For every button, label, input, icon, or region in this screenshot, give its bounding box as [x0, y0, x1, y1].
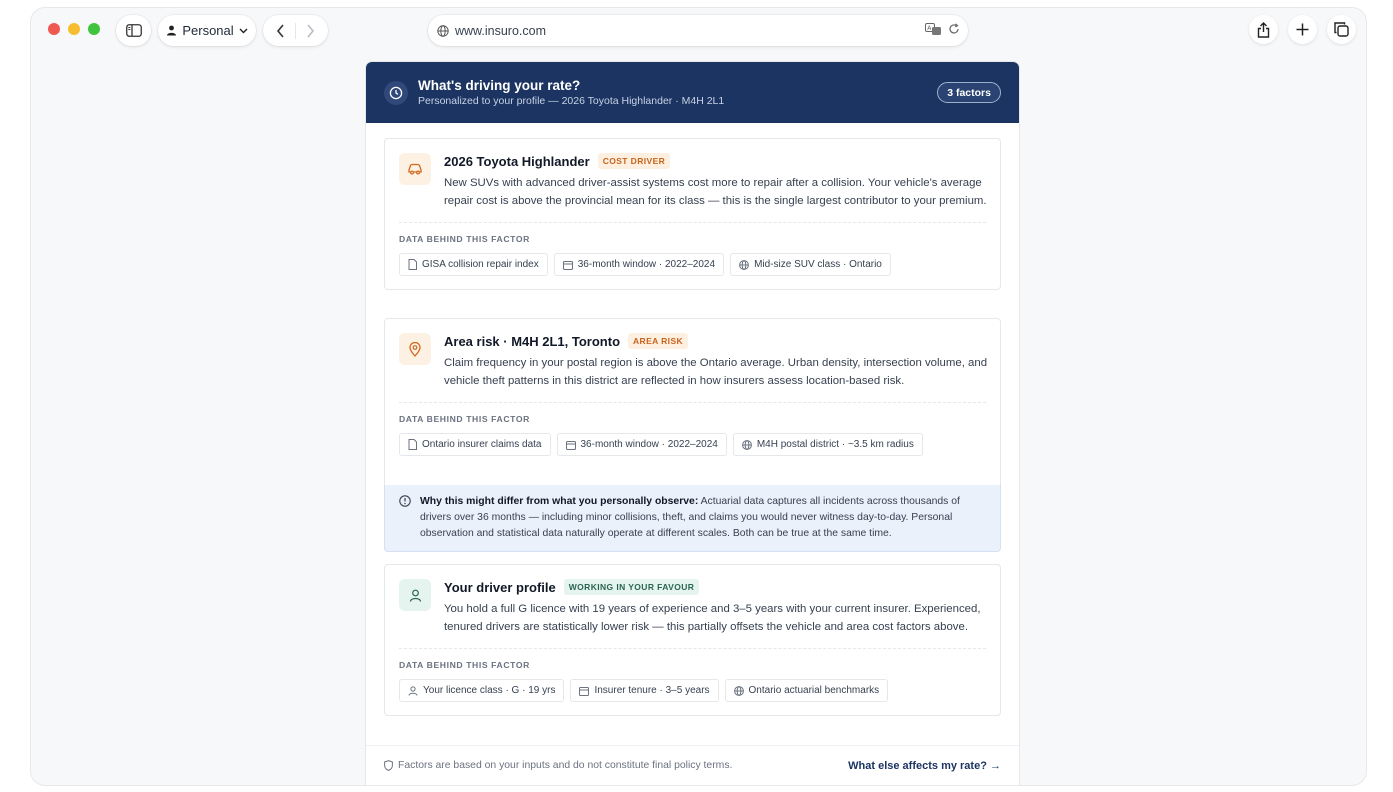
- data-source-chip[interactable]: Mid-size SUV class · Ontario: [730, 253, 891, 276]
- panel-subtitle: Personalized to your profile — 2026 Toyo…: [418, 95, 725, 107]
- factors-count-badge: 3 factors: [937, 82, 1001, 103]
- browser-toolbar: Personal www.insuro.com A: [31, 8, 1366, 52]
- address-bar[interactable]: www.insuro.com A: [428, 15, 968, 46]
- window-controls: [48, 23, 100, 35]
- data-sources: Your licence class · G · 19 yrs Insurer …: [399, 679, 986, 715]
- factor-card-area: Area risk · M4H 2L1, Toronto AREA RISK C…: [384, 318, 1001, 486]
- info-icon: [399, 495, 411, 507]
- globe-icon: [437, 24, 449, 37]
- nav-separator: [295, 22, 296, 39]
- tabs-icon: [1334, 22, 1349, 37]
- rate-factors-panel: What's driving your rate? Personalized t…: [366, 62, 1019, 785]
- cost-driver-tag: COST DRIVER: [597, 153, 671, 169]
- data-source-chip[interactable]: 36-month window · 2022–2024: [556, 433, 727, 456]
- data-sources: GISA collision repair index 36-month win…: [399, 253, 986, 289]
- data-source-chip[interactable]: Ontario insurer claims data: [399, 433, 551, 456]
- document-icon: [408, 439, 417, 450]
- data-source-chip[interactable]: GISA collision repair index: [399, 253, 548, 276]
- tab-overview-button[interactable]: [1327, 15, 1356, 44]
- plus-icon: [1296, 23, 1309, 36]
- calendar-icon: [579, 686, 590, 696]
- minimize-window-button[interactable]: [68, 23, 80, 35]
- clock-icon: [384, 80, 408, 105]
- card-divider: [399, 222, 986, 223]
- data-source-chip[interactable]: Insurer tenure · 3–5 years: [570, 679, 719, 702]
- factor-card-vehicle: 2026 Toyota Highlander COST DRIVER New S…: [384, 138, 1001, 290]
- area-risk-tag: AREA RISK: [628, 333, 689, 349]
- footer-disclaimer: Factors are based on your inputs and do …: [398, 760, 733, 771]
- data-source-chip[interactable]: M4H postal district · ~3.5 km radius: [732, 433, 923, 456]
- factor-title: Area risk · M4H 2L1, Toronto: [444, 333, 621, 349]
- panel-title: What's driving your rate?: [418, 78, 581, 93]
- close-window-button[interactable]: [48, 23, 60, 35]
- back-icon[interactable]: [276, 23, 285, 38]
- profile-menu-button[interactable]: Personal: [158, 15, 256, 46]
- factor-description: You hold a full G licence with 19 years …: [444, 603, 981, 633]
- profile-label: Personal: [182, 23, 234, 38]
- globe-icon: [741, 439, 752, 450]
- user-icon: [408, 685, 418, 696]
- share-button[interactable]: [1249, 15, 1278, 44]
- browser-tools: [1249, 15, 1356, 44]
- data-source-chip[interactable]: Ontario actuarial benchmarks: [724, 679, 889, 702]
- svg-text:A: A: [927, 25, 932, 32]
- person-icon: [167, 25, 177, 36]
- calendar-icon: [562, 260, 573, 270]
- panel-footer: Factors are based on your inputs and do …: [366, 745, 1019, 785]
- what-else-affects-link[interactable]: What else affects my rate? →: [848, 760, 1001, 772]
- address-actions: A: [925, 23, 960, 36]
- factor-description: Claim frequency in your postal region is…: [444, 357, 988, 387]
- navigation-buttons: [263, 15, 328, 46]
- data-behind-label: DATA BEHIND THIS FACTOR: [399, 414, 530, 424]
- url-text: www.insuro.com: [455, 23, 546, 38]
- data-source-chip[interactable]: 36-month window · 2022–2024: [553, 253, 725, 276]
- data-sources: Ontario insurer claims data 36-month win…: [399, 433, 986, 469]
- panel-header: What's driving your rate? Personalized t…: [366, 62, 1019, 123]
- globe-icon: [733, 685, 744, 696]
- calendar-icon: [565, 440, 576, 450]
- data-source-chip[interactable]: Your licence class · G · 19 yrs: [399, 679, 565, 702]
- factor-card-driver: Your driver profile WORKING IN YOUR FAVO…: [384, 564, 1001, 716]
- new-tab-button[interactable]: [1288, 15, 1317, 44]
- browser-window: Personal www.insuro.com A What's driving…: [31, 8, 1366, 785]
- zoom-window-button[interactable]: [88, 23, 100, 35]
- reload-icon[interactable]: [948, 23, 960, 35]
- sidebar-toggle-button[interactable]: [116, 15, 151, 46]
- map-pin-icon: [399, 333, 431, 365]
- forward-icon[interactable]: [306, 23, 315, 38]
- car-icon: [399, 153, 431, 185]
- card-divider: [399, 648, 986, 649]
- shield-icon: [384, 760, 393, 771]
- translate-icon[interactable]: A: [925, 23, 942, 36]
- factor-title: Your driver profile: [444, 579, 556, 595]
- favour-tag: WORKING IN YOUR FAVOUR: [563, 579, 700, 595]
- user-icon: [399, 579, 431, 611]
- chevron-down-icon: [239, 28, 248, 33]
- data-behind-label: DATA BEHIND THIS FACTOR: [399, 660, 530, 670]
- note-lead: Why this might differ from what you pers…: [420, 496, 699, 507]
- sidebar-icon: [125, 24, 142, 37]
- data-behind-label: DATA BEHIND THIS FACTOR: [399, 234, 530, 244]
- globe-icon: [739, 259, 749, 270]
- document-icon: [408, 259, 417, 270]
- factor-title: 2026 Toyota Highlander: [444, 153, 590, 169]
- card-divider: [399, 402, 986, 403]
- observation-note: Why this might differ from what you pers…: [384, 485, 1001, 552]
- factor-description: New SUVs with advanced driver-assist sys…: [444, 177, 987, 207]
- share-icon: [1257, 21, 1270, 38]
